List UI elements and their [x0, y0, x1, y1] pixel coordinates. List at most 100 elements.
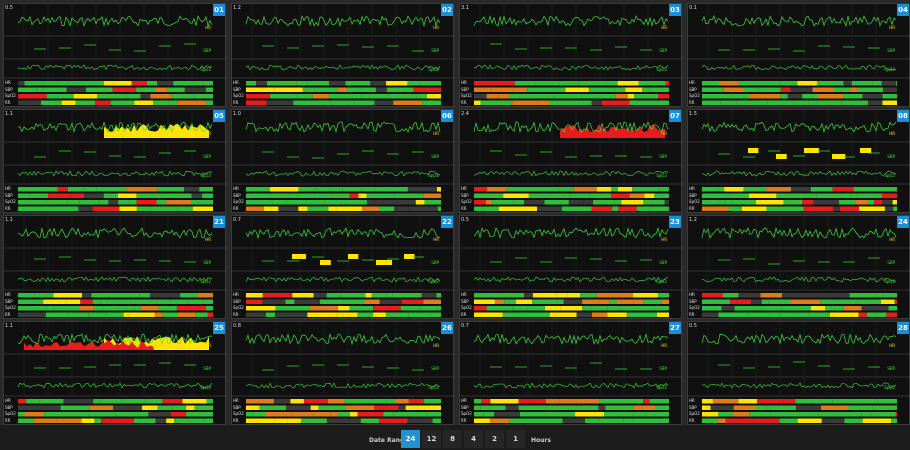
status-bar-segment: [156, 187, 185, 192]
range-option-8[interactable]: 8: [443, 430, 462, 448]
patient-panel[interactable]: 0.5 HR SBP SpO2 HR SBP SpO2 RR 28: [687, 321, 910, 425]
status-bar-segment: [115, 412, 139, 417]
status-bar-segment: [18, 193, 30, 198]
patient-id-badge[interactable]: 27: [669, 322, 681, 334]
patient-id-badge[interactable]: 08: [897, 110, 909, 122]
status-bar-segment: [556, 293, 568, 298]
status-bar-segment: [100, 399, 122, 404]
patient-id-badge[interactable]: 03: [669, 4, 681, 16]
status-bar-segment: [203, 418, 213, 423]
range-option-4[interactable]: 4: [464, 430, 483, 448]
patient-panel[interactable]: 1.5 HR SBP SpO2 HR SBP SpO2 RR 08: [687, 109, 910, 213]
status-bar-segment: [702, 299, 731, 304]
status-bar-segment: [829, 312, 859, 317]
patient-id-badge[interactable]: 22: [441, 216, 453, 228]
patient-panel[interactable]: 3.1 HR SBP SpO2 HR SBP SpO2 RR 03: [459, 3, 683, 107]
status-bar-segment: [419, 81, 441, 86]
status-bar-segment: [891, 418, 897, 423]
patient-id-badge[interactable]: 01: [213, 4, 225, 16]
patient-panel[interactable]: 0.5 HR SBP SpO2 HR SBP SpO2 RR 23: [459, 215, 683, 319]
patient-panel[interactable]: 0.5 HR SBP SpO2 HR SBP SpO2 RR 01: [3, 3, 227, 107]
status-bar-segment: [136, 193, 163, 198]
status-bar-segment: [731, 94, 750, 99]
status-bar-segment: [80, 299, 93, 304]
patient-id-badge[interactable]: 06: [441, 110, 453, 122]
status-bar-segment: [60, 405, 81, 410]
bar-row-label: HR: [233, 292, 239, 297]
status-bar-segment: [481, 399, 491, 404]
status-bar-segment: [206, 306, 213, 311]
patient-panel[interactable]: 1.1 HR SBP SpO2 HR SBP SpO2 RR 21: [3, 215, 227, 319]
patient-chart: [232, 4, 455, 105]
status-bar-segment: [850, 193, 858, 198]
patient-id-badge[interactable]: 23: [669, 216, 681, 228]
status-bar-segment: [337, 312, 344, 317]
patient-chart: [688, 322, 910, 423]
patient-id-badge[interactable]: 26: [441, 322, 453, 334]
patient-id-badge[interactable]: 21: [213, 216, 225, 228]
patient-id-badge[interactable]: 02: [441, 4, 453, 16]
range-option-12[interactable]: 12: [422, 430, 441, 448]
patient-panel[interactable]: 1.2 HR SBP SpO2 HR SBP SpO2 RR 02: [231, 3, 455, 107]
status-bar-segment: [563, 299, 574, 304]
spo2-trace: [17, 64, 213, 71]
patient-panel[interactable]: 2.4 HR SBP SpO2 HR SBP SpO2 RR 07: [459, 109, 683, 213]
bar-row-label: RR: [689, 417, 695, 423]
patient-id-badge[interactable]: 24: [897, 216, 909, 228]
range-option-2[interactable]: 2: [485, 430, 504, 448]
status-bar-segment: [741, 206, 767, 211]
status-bar-segment: [817, 94, 844, 99]
track-label-spo2: SpO2: [200, 385, 211, 390]
range-option-1[interactable]: 1: [506, 430, 525, 448]
status-bar-segment: [882, 94, 893, 99]
status-bar-segment: [492, 200, 514, 205]
status-bar-segment: [96, 187, 127, 192]
spo2-trace: [701, 276, 897, 283]
status-bar-segment: [634, 94, 659, 99]
patient-id-badge[interactable]: 28: [897, 322, 909, 334]
status-bar-segment: [156, 299, 171, 304]
patient-panel[interactable]: 0.7 HR SBP SpO2 HR SBP SpO2 RR 27: [459, 321, 683, 425]
status-bar-segment: [422, 100, 441, 105]
status-bar-segment: [816, 100, 842, 105]
status-bar-segment: [121, 399, 146, 404]
status-bar-segment: [18, 293, 29, 298]
status-bar-segment: [18, 81, 25, 86]
status-bar-segment: [732, 200, 756, 205]
patient-panel[interactable]: 0.1 HR SBP SpO2 HR SBP SpO2 RR 04: [687, 3, 910, 107]
status-bar-segment: [524, 312, 550, 317]
patient-id-badge[interactable]: 04: [897, 4, 909, 16]
patient-id-badge[interactable]: 07: [669, 110, 681, 122]
patient-chart: [4, 4, 227, 105]
patient-id-badge[interactable]: 25: [213, 322, 225, 334]
patient-panel[interactable]: 1.1 HR SBP SpO2 HR SBP SpO2 RR 05: [3, 109, 227, 213]
status-bar-segment: [407, 81, 420, 86]
status-bar-segment: [79, 412, 89, 417]
status-bar-segment: [888, 306, 897, 311]
bar-row-label: SpO2: [461, 93, 472, 98]
bar-row-label: HR: [689, 186, 695, 191]
status-bar-segment: [743, 187, 767, 192]
track-label-sbp: SBP: [203, 48, 211, 53]
status-bar-segment: [607, 81, 618, 86]
status-bar-segment: [719, 81, 739, 86]
patient-panel[interactable]: 1.0 HR SBP SpO2 HR SBP SpO2 RR 06: [231, 109, 455, 213]
sbp-alarm-block: [320, 260, 331, 265]
spo2-trace: [245, 170, 441, 177]
patient-panel[interactable]: 0.7 HR SBP SpO2 HR SBP SpO2 RR 22: [231, 215, 455, 319]
status-bar-segment: [150, 94, 172, 99]
status-bar-segment: [724, 200, 733, 205]
patient-panel[interactable]: 1.1 HR SBP SpO2 HR SBP SpO2 RR 25: [3, 321, 227, 425]
bar-row-label: RR: [5, 205, 11, 211]
status-bar-segment: [774, 206, 804, 211]
patient-id-badge[interactable]: 05: [213, 110, 225, 122]
patient-panel[interactable]: 0.8 HR SBP SpO2 HR SBP SpO2 RR 26: [231, 321, 455, 425]
track-label-spo2: SpO2: [656, 385, 667, 390]
status-bar-segment: [811, 306, 825, 311]
range-option-24[interactable]: 24: [401, 430, 420, 448]
patient-panel[interactable]: 1.2 HR SBP SpO2 HR SBP SpO2 RR 24: [687, 215, 910, 319]
hr-trace: [473, 226, 669, 239]
status-bar-segment: [614, 200, 622, 205]
status-bar-segment: [537, 206, 562, 211]
status-bar-segment: [611, 193, 630, 198]
